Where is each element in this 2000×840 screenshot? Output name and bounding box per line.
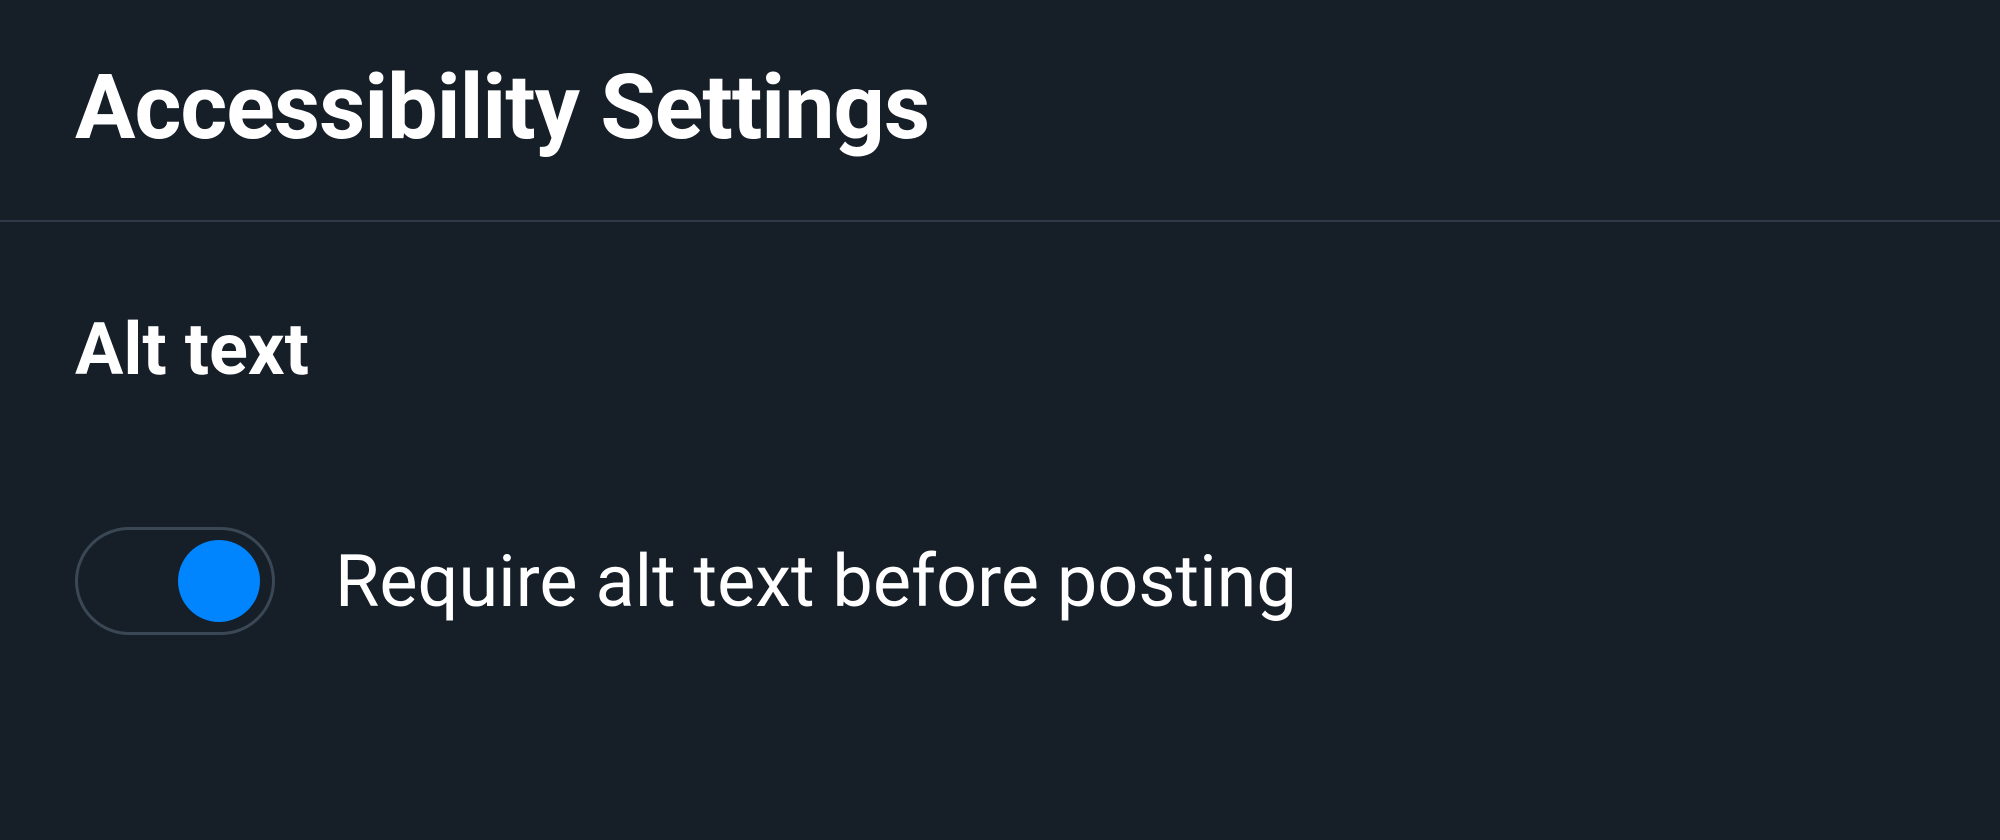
require-alt-text-toggle[interactable]	[75, 527, 275, 635]
setting-require-alt-text: Require alt text before posting	[75, 527, 1925, 635]
toggle-knob-icon	[178, 540, 260, 622]
section-heading-alt-text: Alt text	[75, 307, 1925, 392]
require-alt-text-label: Require alt text before posting	[335, 539, 1297, 624]
alt-text-section: Alt text Require alt text before posting	[0, 222, 2000, 635]
page-title: Accessibility Settings	[75, 55, 1925, 160]
settings-header: Accessibility Settings	[0, 0, 2000, 222]
